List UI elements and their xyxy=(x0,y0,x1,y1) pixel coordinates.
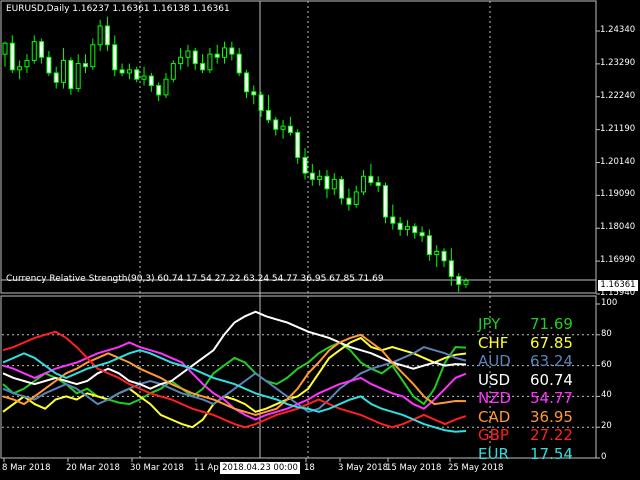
current-price-tag: 1.16361 xyxy=(598,280,638,291)
legend-item-jpy: JPY 71.69 xyxy=(478,314,596,334)
candle xyxy=(170,60,176,83)
legend-currency-value: 54.77 xyxy=(530,389,573,407)
time-axis-label: 8 Mar 2018 xyxy=(2,463,51,473)
legend-currency-name: GBP xyxy=(478,426,509,444)
indicator-axis-label: 0 xyxy=(601,452,607,462)
legend-item-aud: AUD 63.24 xyxy=(478,351,596,371)
legend-currency-name: CHF xyxy=(478,333,509,352)
price-axis-label: 1.23290 xyxy=(600,57,636,68)
legend-currency-value: 36.95 xyxy=(530,407,573,426)
price-axis-label: 1.18040 xyxy=(600,222,636,233)
price-axis-label: 1.22240 xyxy=(600,90,636,101)
indicator-title: Currency Relative Strength(90,3) 60.74 1… xyxy=(6,274,384,284)
legend-currency-name: EUR xyxy=(478,444,509,463)
indicator-axis-label: 100 xyxy=(601,298,618,308)
indicator-axis-label: 20 xyxy=(601,421,612,432)
legend-item-usd: USD 60.74 xyxy=(478,370,596,390)
legend-item-cad: CAD 36.95 xyxy=(478,407,596,427)
time-axis-label: 3 May 2018 xyxy=(338,463,389,473)
legend-item-chf: CHF 67.85 xyxy=(478,333,596,353)
price-axis-label: 1.24340 xyxy=(600,25,636,35)
time-axis-label: 25 May 2018 xyxy=(448,463,504,473)
legend-currency-name: NZD xyxy=(478,389,512,407)
crosshair-date-label: 2018.04.23 00:00 xyxy=(220,462,300,474)
legend-currency-value: 63.24 xyxy=(530,352,573,370)
price-axis-label: 1.21190 xyxy=(600,123,636,134)
price-axis-label: 1.19090 xyxy=(600,189,636,200)
legend-item-gbp: GBP 27.22 xyxy=(478,425,596,445)
price-chart-title: EURUSD,Daily 1.16237 1.16361 1.16138 1.1… xyxy=(6,4,230,14)
price-axis-label: 1.16990 xyxy=(600,255,636,266)
legend-currency-value: 60.74 xyxy=(530,370,573,389)
legend-currency-value: 71.69 xyxy=(530,315,573,333)
indicator-axis-label: 60 xyxy=(601,359,612,370)
legend-currency-name: JPY xyxy=(478,315,501,333)
time-axis-label: 30 Mar 2018 xyxy=(130,463,184,473)
legend-item-nzd: NZD 54.77 xyxy=(478,388,596,408)
legend-currency-name: USD xyxy=(478,370,511,389)
time-axis-label: 20 Mar 2018 xyxy=(66,463,120,473)
legend-currency-value: 27.22 xyxy=(530,426,573,444)
candle xyxy=(383,182,389,224)
time-axis-label: 11 Ap xyxy=(194,463,219,473)
indicator-axis-label: 40 xyxy=(601,390,612,401)
indicator-axis-label: 80 xyxy=(601,328,612,339)
legend-currency-value: 67.85 xyxy=(530,333,573,352)
legend-currency-name: AUD xyxy=(478,352,511,370)
legend-currency-value: 17.54 xyxy=(530,444,573,463)
time-axis-label: 15 May 2018 xyxy=(386,463,442,473)
legend-item-eur: EUR 17.54 xyxy=(478,444,596,464)
time-axis-label: 18 xyxy=(304,463,315,473)
legend-currency-name: CAD xyxy=(478,407,511,426)
price-axis-label: 1.20140 xyxy=(600,156,636,167)
